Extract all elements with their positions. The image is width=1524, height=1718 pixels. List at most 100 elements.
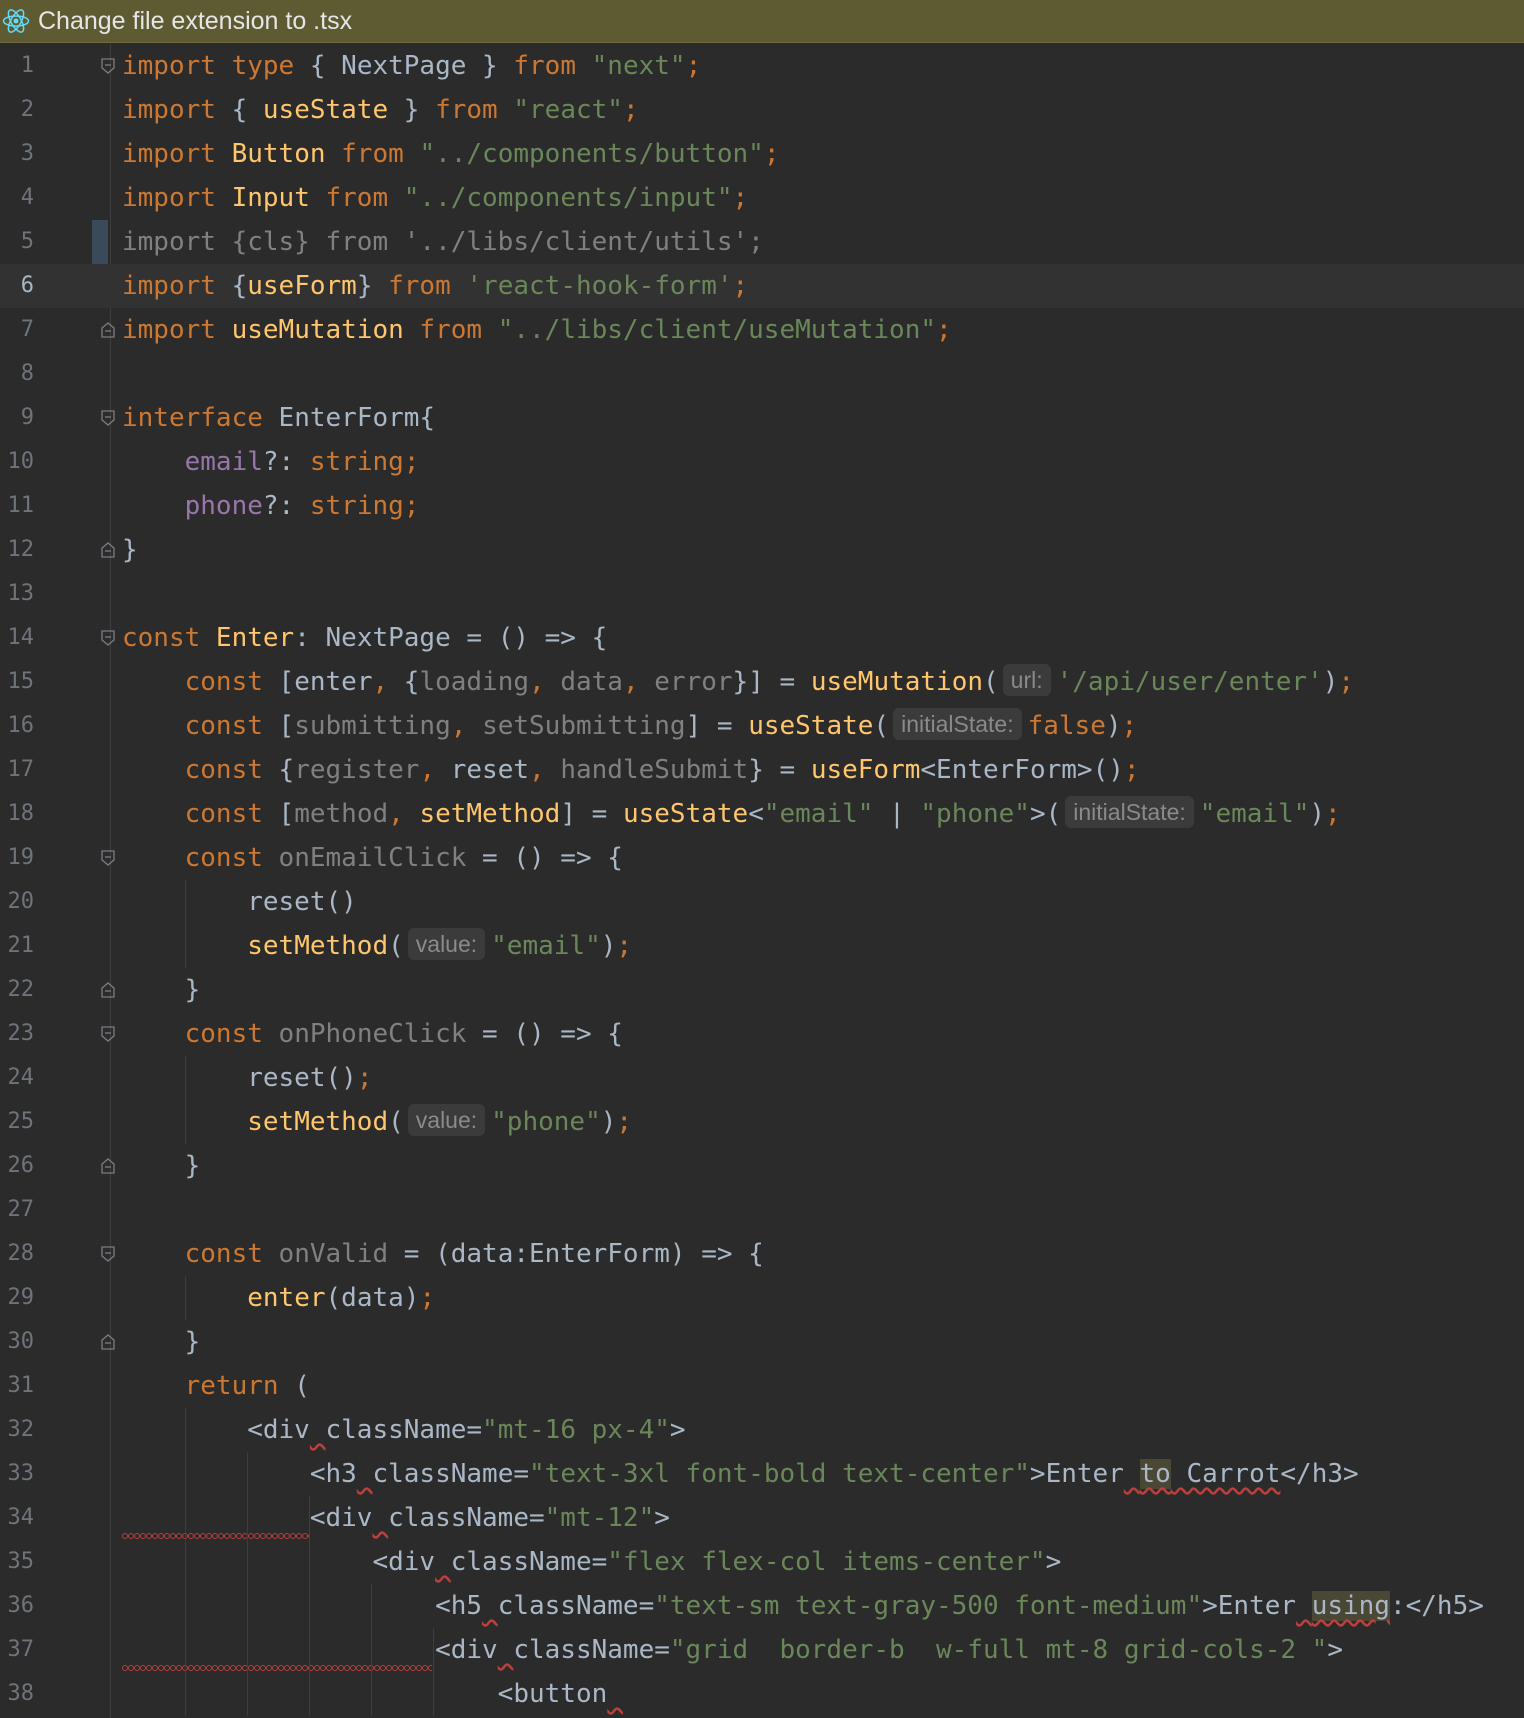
code-text[interactable]: interface EnterForm{ xyxy=(122,396,435,440)
code-text[interactable]: <div className="mt-16 px-4"> xyxy=(122,1408,685,1452)
code-text[interactable]: const [enter, {loading, data, error}] = … xyxy=(122,660,1354,704)
line-number[interactable]: 26 xyxy=(0,1144,35,1188)
code-text[interactable]: const onEmailClick = () => { xyxy=(122,836,623,880)
line-number[interactable]: 25 xyxy=(0,1100,35,1144)
line-number[interactable]: 22 xyxy=(0,968,35,1012)
code-line[interactable]: 3 import Button from "../components/butto… xyxy=(0,132,1524,176)
code-text[interactable]: import { useState } from "react"; xyxy=(122,88,639,132)
code-line[interactable]: 15 const [enter, {loading, data, error}]… xyxy=(0,660,1524,704)
line-number[interactable]: 32 xyxy=(0,1408,35,1452)
line-number[interactable]: 30 xyxy=(0,1320,35,1364)
code-line[interactable]: 24 reset(); xyxy=(0,1056,1524,1100)
code-line[interactable]: 26 } xyxy=(0,1144,1524,1188)
code-text[interactable]: <h3 className="text-3xl font-bold text-c… xyxy=(122,1452,1359,1496)
code-text[interactable]: } xyxy=(122,1144,201,1188)
code-line[interactable]: 37 <div className="grid border-b w-full … xyxy=(0,1628,1524,1672)
line-number[interactable]: 8 xyxy=(0,352,34,396)
code-line[interactable]: 35 <div className="flex flex-col items-c… xyxy=(0,1540,1524,1584)
code-line[interactable]: 28 const onValid = (data:EnterForm) => { xyxy=(0,1232,1524,1276)
code-text[interactable]: <div className="flex flex-col items-cent… xyxy=(122,1540,1061,1584)
code-line[interactable]: 31 return ( xyxy=(0,1364,1524,1408)
fold-marker-icon[interactable] xyxy=(101,58,115,74)
fold-marker-icon[interactable] xyxy=(101,1246,115,1262)
code-line[interactable]: 14 const Enter: NextPage = () => { xyxy=(0,616,1524,660)
line-number[interactable]: 38 xyxy=(0,1672,35,1716)
code-text[interactable]: const onPhoneClick = () => { xyxy=(122,1012,623,1056)
line-number[interactable]: 12 xyxy=(0,528,35,572)
line-number[interactable]: 34 xyxy=(0,1496,35,1540)
line-number[interactable]: 21 xyxy=(0,924,35,968)
code-line[interactable]: 9 interface EnterForm{ xyxy=(0,396,1524,440)
code-line[interactable]: 2 import { useState } from "react"; xyxy=(0,88,1524,132)
code-line[interactable]: 12} xyxy=(0,528,1524,572)
code-line[interactable]: 19 const onEmailClick = () => { xyxy=(0,836,1524,880)
code-text[interactable]: const onValid = (data:EnterForm) => { xyxy=(122,1232,764,1276)
code-text[interactable]: const {register, reset, handleSubmit} = … xyxy=(122,748,1140,792)
line-number[interactable]: 33 xyxy=(0,1452,35,1496)
line-number[interactable]: 20 xyxy=(0,880,35,924)
code-line[interactable]: 4 import Input from "../components/input"… xyxy=(0,176,1524,220)
code-line[interactable]: 27 xyxy=(0,1188,1524,1232)
line-number[interactable]: 6 xyxy=(0,264,34,308)
code-text[interactable]: import Button from "../components/button… xyxy=(122,132,779,176)
line-number[interactable]: 23 xyxy=(0,1012,35,1056)
code-text[interactable]: import type { NextPage } from "next"; xyxy=(122,44,701,88)
code-line[interactable]: 13 xyxy=(0,572,1524,616)
code-line[interactable]: 22 } xyxy=(0,968,1524,1012)
code-line[interactable]: 18 const [method, setMethod] = useState<… xyxy=(0,792,1524,836)
fold-marker-icon[interactable] xyxy=(101,982,115,998)
code-line[interactable]: 10 email?: string; xyxy=(0,440,1524,484)
code-line[interactable]: 17 const {register, reset, handleSubmit}… xyxy=(0,748,1524,792)
line-number[interactable]: 4 xyxy=(0,176,34,220)
line-number[interactable]: 36 xyxy=(0,1584,35,1628)
banner-text[interactable]: Change file extension to .tsx xyxy=(38,7,352,36)
code-line[interactable]: 33 <h3 className="text-3xl font-bold tex… xyxy=(0,1452,1524,1496)
code-line[interactable]: 7 import useMutation from "../libs/client… xyxy=(0,308,1524,352)
line-number[interactable]: 2 xyxy=(0,88,34,132)
code-line[interactable]: 1 import type { NextPage } from "next"; xyxy=(0,44,1524,88)
line-number[interactable]: 10 xyxy=(0,440,35,484)
line-number[interactable]: 7 xyxy=(0,308,34,352)
code-text[interactable]: phone?: string; xyxy=(122,484,420,528)
code-line[interactable]: 36 <h5 className="text-sm text-gray-500 … xyxy=(0,1584,1524,1628)
code-line[interactable]: 6 import {useForm} from 'react-hook-form'… xyxy=(0,264,1524,308)
code-text[interactable]: email?: string; xyxy=(122,440,420,484)
fold-marker-icon[interactable] xyxy=(101,850,115,866)
code-line[interactable]: 38 <button xyxy=(0,1672,1524,1716)
line-number[interactable]: 14 xyxy=(0,616,35,660)
line-number[interactable]: 9 xyxy=(0,396,34,440)
code-line[interactable]: 21 setMethod(value: "email"); xyxy=(0,924,1524,968)
code-text[interactable]: import {cls} from '../libs/client/utils'… xyxy=(122,220,764,264)
code-line[interactable]: 5 import {cls} from '../libs/client/utils… xyxy=(0,220,1524,264)
code-text[interactable]: const Enter: NextPage = () => { xyxy=(122,616,607,660)
fold-marker-icon[interactable] xyxy=(101,1158,115,1174)
fold-marker-icon[interactable] xyxy=(101,630,115,646)
line-number[interactable]: 18 xyxy=(0,792,35,836)
code-text[interactable]: setMethod(value: "email"); xyxy=(122,924,632,968)
code-text[interactable]: } xyxy=(122,968,201,1012)
fold-marker-icon[interactable] xyxy=(101,410,115,426)
file-notification-banner[interactable]: Change file extension to .tsx xyxy=(0,0,1524,43)
fold-marker-icon[interactable] xyxy=(101,1026,115,1042)
line-number[interactable]: 16 xyxy=(0,704,35,748)
line-number[interactable]: 15 xyxy=(0,660,35,704)
code-text[interactable]: setMethod(value: "phone"); xyxy=(122,1100,632,1144)
code-text[interactable]: import useMutation from "../libs/client/… xyxy=(122,308,952,352)
line-number[interactable]: 11 xyxy=(0,484,35,528)
code-text[interactable]: const [submitting, setSubmitting] = useS… xyxy=(122,704,1137,748)
code-text[interactable]: <button xyxy=(122,1672,623,1716)
code-text[interactable]: enter(data); xyxy=(122,1276,435,1320)
line-number[interactable]: 37 xyxy=(0,1628,35,1672)
line-number[interactable]: 27 xyxy=(0,1188,35,1232)
code-line[interactable]: 34 <div className="mt-12"> xyxy=(0,1496,1524,1540)
code-line[interactable]: 30 } xyxy=(0,1320,1524,1364)
line-number[interactable]: 19 xyxy=(0,836,35,880)
line-number[interactable]: 3 xyxy=(0,132,34,176)
code-line[interactable]: 8 xyxy=(0,352,1524,396)
code-line[interactable]: 11 phone?: string; xyxy=(0,484,1524,528)
fold-marker-icon[interactable] xyxy=(101,1334,115,1350)
code-text[interactable]: return ( xyxy=(122,1364,310,1408)
line-number[interactable]: 24 xyxy=(0,1056,35,1100)
line-number[interactable]: 35 xyxy=(0,1540,35,1584)
code-line[interactable]: 20 reset() xyxy=(0,880,1524,924)
